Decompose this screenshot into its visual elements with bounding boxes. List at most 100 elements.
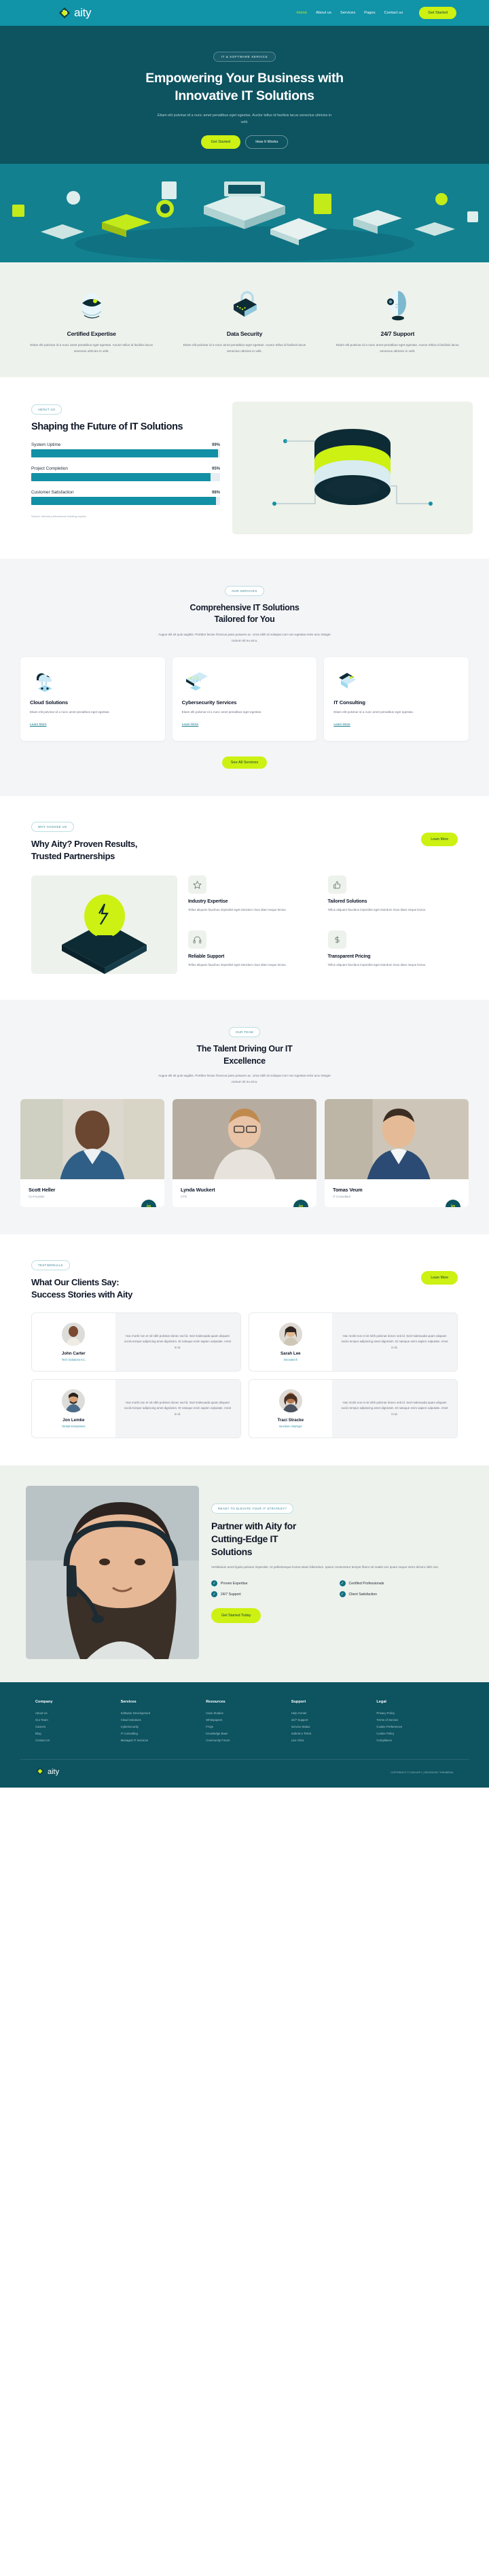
- cta-benefit-label: 24/7 Support: [221, 1592, 241, 1597]
- footer-link[interactable]: Blog: [35, 1730, 113, 1737]
- team-badge: OUR TEAM: [228, 1027, 261, 1038]
- diamond-logo-icon: [58, 6, 71, 20]
- footer-link[interactable]: Privacy Policy: [376, 1710, 454, 1717]
- why-learn-more-button[interactable]: Learn More: [421, 833, 458, 847]
- nav-item-services[interactable]: Services: [340, 11, 355, 15]
- footer-link[interactable]: Live Chat: [291, 1737, 369, 1744]
- landing-page: aity Home About us Services Pages Contac…: [0, 0, 489, 1788]
- footer-link[interactable]: Community Forum: [206, 1737, 283, 1744]
- service-card-it-consulting[interactable]: IT Consulting Etiam elit pulvinar id a n…: [324, 657, 469, 742]
- testimonial-company: Tech Solutions Inc.: [61, 1358, 86, 1362]
- footer-link[interactable]: Cybersecurity: [121, 1724, 198, 1730]
- stat-value: 95%: [211, 467, 220, 472]
- testimonials-learn-more-button[interactable]: Learn More: [421, 1270, 458, 1285]
- team-member-name: Lynda Wuckert: [181, 1186, 215, 1193]
- testimonial-person: Traci Stracke NextGen Startups: [249, 1380, 333, 1438]
- footer-link[interactable]: About Us: [35, 1710, 113, 1717]
- nav-item-pages[interactable]: Pages: [364, 11, 375, 15]
- footer-link[interactable]: 24/7 Support: [291, 1717, 369, 1724]
- footer-link[interactable]: Cookie Preferences: [376, 1724, 454, 1730]
- footer-link[interactable]: Careers: [35, 1724, 113, 1730]
- thumbs-up-icon: [327, 875, 346, 894]
- why-item-title: Industry Expertise: [188, 899, 228, 905]
- stat-fill: [31, 473, 211, 482]
- dollar-icon: [327, 930, 346, 949]
- footer-link[interactable]: Whitepapers: [206, 1717, 283, 1724]
- testimonial-card: Jon Lemke Global Enterprises Hac morbi n…: [31, 1379, 241, 1439]
- team-member-card[interactable]: in Lynda Wuckert CTO: [173, 1098, 316, 1207]
- footer-link[interactable]: IT Consulting: [121, 1730, 198, 1737]
- footer-link[interactable]: Service Status: [291, 1724, 369, 1730]
- footer-link[interactable]: Cookie Policy: [376, 1730, 454, 1737]
- cloud-icon: [30, 669, 156, 693]
- footer-link[interactable]: Our Team: [35, 1717, 113, 1724]
- feature-title: Certified Expertise: [67, 330, 116, 337]
- hero-subtitle: Etiam elit pulvinar id a nunc amet penat…: [157, 113, 332, 124]
- site-header: aity Home About us Services Pages Contac…: [0, 0, 489, 26]
- feature-card-data-security: Data Security Etiam elit pulvinar id a n…: [170, 283, 318, 354]
- footer-brand-logo[interactable]: aity: [35, 1766, 59, 1778]
- brand-logo[interactable]: aity: [58, 6, 92, 20]
- see-all-services-button[interactable]: See All Services: [221, 756, 268, 769]
- why-header: WHY CHOOSE US Why Aity? Proven Results, …: [16, 819, 473, 862]
- main-nav: Home About us Services Pages Contact us: [297, 11, 403, 15]
- footer-link[interactable]: Contact Us: [35, 1737, 113, 1744]
- footer-link[interactable]: Managed IT Services: [121, 1737, 198, 1744]
- footer-link[interactable]: Terms of Service: [376, 1717, 454, 1724]
- service-card-cybersecurity-services[interactable]: 0 1 0 1 0 1 Cybersecurity Services Etiam…: [172, 657, 317, 742]
- team-title-line1: The Talent Driving Our IT: [196, 1044, 293, 1054]
- footer-brand-name: aity: [48, 1768, 60, 1777]
- team-member-card[interactable]: in Tomas Veum IT Consultant: [325, 1098, 469, 1207]
- service-learn-more-link[interactable]: Learn More: [182, 723, 199, 727]
- team-member-role: CTO: [181, 1194, 187, 1198]
- service-title: Cybersecurity Services: [181, 699, 237, 706]
- cta-benefit-item: ✓ Proven Expertise: [211, 1580, 336, 1587]
- footer-link[interactable]: Submit a Ticket: [291, 1730, 369, 1737]
- hero-buttons: Get Started How It Works: [0, 135, 489, 164]
- team-member-card[interactable]: in Scott Heller Co-Founder: [20, 1098, 164, 1207]
- stat-track: [31, 473, 220, 482]
- footer-link[interactable]: Cloud Solutions: [121, 1717, 198, 1724]
- monitor-binary-icon: 0 1 0 1 0 1: [182, 669, 308, 693]
- nav-item-contact-us[interactable]: Contact us: [384, 11, 403, 15]
- hero-how-it-works-button[interactable]: How It Works: [245, 135, 289, 149]
- footer-link[interactable]: Compliance: [376, 1737, 454, 1744]
- testimonial-quote: Hac morbi non et sit nibh pulvinar donec…: [341, 1400, 448, 1416]
- footer-column-legal: Legal Privacy Policy Terms of Service Co…: [376, 1700, 454, 1743]
- footer-link[interactable]: Software Development: [121, 1710, 198, 1717]
- feature-title: 24/7 Support: [380, 330, 415, 337]
- header-get-started-button[interactable]: Get Started: [419, 7, 456, 19]
- hero-get-started-button[interactable]: Get Started: [200, 135, 241, 149]
- testimonial-name: Jon Lemke: [62, 1418, 85, 1423]
- why-badge: WHY CHOOSE US: [31, 822, 74, 833]
- footer-columns: Company About Us Our Team Careers Blog C…: [20, 1700, 469, 1743]
- why-item-text: Tellus aliquam faucibus imperdiet eget i…: [188, 962, 287, 967]
- footer-link[interactable]: FAQs: [206, 1724, 283, 1730]
- footer-link[interactable]: Knowledge Base: [206, 1730, 283, 1737]
- stat-label: Project Completion: [31, 466, 68, 472]
- team-member-role: Co-Founder: [29, 1194, 45, 1198]
- service-title: Cloud Solutions: [30, 699, 68, 706]
- about-left: ABOUT US Shaping the Future of IT Soluti…: [16, 402, 220, 518]
- stat-bar-system-uptime: System Uptime 99%: [31, 442, 220, 458]
- service-card-cloud-solutions[interactable]: Cloud Solutions Etiam elit pulvinar id a…: [20, 657, 165, 742]
- feature-text: Etiam elit pulvinar id a nunc amet penat…: [183, 343, 306, 353]
- feature-title: Data Security: [226, 330, 263, 337]
- footer-link[interactable]: Help Center: [291, 1710, 369, 1717]
- service-learn-more-link[interactable]: Learn More: [333, 723, 350, 727]
- nav-item-home[interactable]: Home: [297, 11, 307, 15]
- about-badge: ABOUT US: [31, 404, 62, 415]
- testimonial-company: Global Enterprises: [62, 1425, 86, 1429]
- footer-link[interactable]: Case Studies: [206, 1710, 283, 1717]
- service-text: Etiam elit pulvinar id a nunc amet penat…: [30, 710, 110, 714]
- cta-get-started-today-button[interactable]: Get Started Today: [211, 1608, 261, 1624]
- nav-item-about-us[interactable]: About us: [316, 11, 331, 15]
- diamond-logo-icon: [35, 1766, 45, 1778]
- service-learn-more-link[interactable]: Learn More: [30, 723, 47, 727]
- headset-robot-icon: [324, 283, 471, 322]
- stat-track: [31, 449, 220, 458]
- team-member-name: Tomas Veum: [333, 1186, 363, 1193]
- team-section: OUR TEAM The Talent Driving Our IT Excel…: [0, 1000, 489, 1234]
- cta-benefit-label: Client Satisfaction: [348, 1592, 378, 1597]
- check-circle-icon: ✓: [211, 1580, 217, 1587]
